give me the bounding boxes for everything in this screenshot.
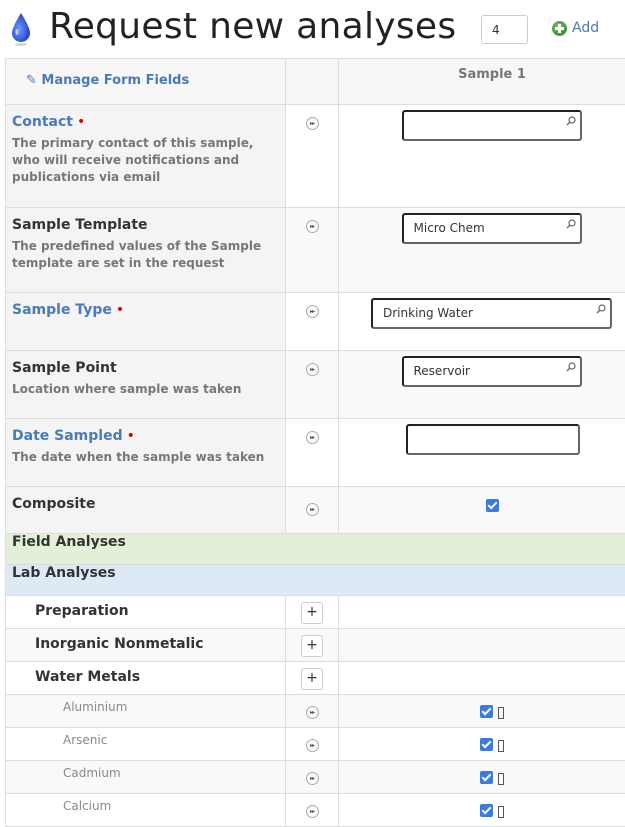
copy-to-all-icon[interactable] xyxy=(306,305,319,318)
field-row-composite: Composite xyxy=(6,487,625,534)
field-label-sample-type: Sample Type xyxy=(12,302,112,318)
field-row-date-sampled: Date Sampled• The date when the sample w… xyxy=(6,419,625,487)
sample-1-header: Sample 1 xyxy=(339,59,625,105)
analysis-checkbox[interactable] xyxy=(480,804,493,817)
page-header: Request new analyses Add xyxy=(0,0,625,58)
manage-form-fields-link[interactable]: ✎ Manage Form Fields xyxy=(6,59,286,105)
field-description-contact: The primary contact of this sample, who … xyxy=(12,135,279,186)
copy-to-all-icon[interactable] xyxy=(306,739,319,752)
copy-to-all-icon[interactable] xyxy=(306,117,319,130)
page-title: Request new analyses xyxy=(49,4,456,50)
contact-field[interactable] xyxy=(402,110,582,141)
copy-to-all-icon[interactable] xyxy=(306,772,319,785)
analysis-checkbox[interactable] xyxy=(480,705,493,718)
plus-circle-icon xyxy=(552,21,567,36)
copy-to-all-icon[interactable] xyxy=(306,220,319,233)
missing-glyph-icon xyxy=(498,740,504,752)
search-icon xyxy=(566,362,576,372)
missing-glyph-icon xyxy=(498,773,504,785)
field-row-contact: Contact• The primary contact of this sam… xyxy=(6,105,625,208)
copy-to-all-icon[interactable] xyxy=(306,706,319,719)
field-label-contact: Contact xyxy=(12,114,73,130)
date-sampled-field[interactable] xyxy=(406,424,580,455)
section-lab-analyses[interactable]: Lab Analyses xyxy=(6,565,625,596)
copy-to-all-icon[interactable] xyxy=(306,363,319,376)
required-marker: • xyxy=(77,114,85,130)
sample-type-field[interactable]: Drinking Water xyxy=(371,298,612,329)
composite-checkbox[interactable] xyxy=(486,499,499,512)
analysis-checkbox[interactable] xyxy=(480,738,493,751)
category-name: Preparation xyxy=(6,596,286,629)
field-row-sample-point: Sample Point Location where sample was t… xyxy=(6,351,625,419)
analysis-name: Arsenic xyxy=(6,728,286,761)
sample-point-field[interactable]: Reservoir xyxy=(402,356,582,387)
copy-to-all-icon[interactable] xyxy=(306,805,319,818)
analysis-checkbox[interactable] xyxy=(480,771,493,784)
analysis-row: Cadmium xyxy=(6,761,625,794)
expand-category-button[interactable]: + xyxy=(301,635,323,657)
request-form-table: ✎ Manage Form Fields Sample 1 Contact• T… xyxy=(5,58,625,827)
add-button[interactable]: Add xyxy=(552,20,599,36)
analysis-name: Cadmium xyxy=(6,761,286,794)
copy-to-all-icon[interactable] xyxy=(306,503,319,516)
table-header-row: ✎ Manage Form Fields Sample 1 xyxy=(6,59,625,105)
sample-template-field[interactable]: Micro Chem xyxy=(402,213,582,244)
missing-glyph-icon xyxy=(498,707,504,719)
field-label-sample-point: Sample Point xyxy=(12,360,117,376)
field-description-sample-template: The predefined values of the Sample temp… xyxy=(12,238,279,272)
category-name: Water Metals xyxy=(6,662,286,695)
analysis-name: Calcium xyxy=(6,794,286,827)
analysis-row: Calcium xyxy=(6,794,625,827)
field-description-sample-point: Location where sample was taken xyxy=(12,381,279,398)
analysis-row: Aluminium xyxy=(6,695,625,728)
required-marker: • xyxy=(116,302,124,318)
ar-count-input[interactable] xyxy=(481,15,528,44)
missing-glyph-icon xyxy=(498,806,504,818)
category-row-preparation: Preparation + xyxy=(6,596,625,629)
expand-category-button[interactable]: + xyxy=(301,668,323,690)
add-button-label: Add xyxy=(572,20,599,36)
required-marker: • xyxy=(127,428,135,444)
search-icon xyxy=(566,219,576,229)
header-spacer xyxy=(286,59,339,105)
category-row-water-metals: Water Metals + xyxy=(6,662,625,695)
field-row-sample-template: Sample Template The predefined values of… xyxy=(6,208,625,293)
water-drop-icon xyxy=(10,12,32,46)
field-label-date-sampled: Date Sampled xyxy=(12,428,123,444)
field-description-date-sampled: The date when the sample was taken xyxy=(12,449,279,466)
search-icon xyxy=(596,304,606,314)
field-label-sample-template: Sample Template xyxy=(12,217,148,233)
section-field-analyses[interactable]: Field Analyses xyxy=(6,534,625,565)
expand-category-button[interactable]: + xyxy=(301,602,323,624)
search-icon xyxy=(566,116,576,126)
analysis-row: Arsenic xyxy=(6,728,625,761)
analysis-name: Aluminium xyxy=(6,695,286,728)
category-row-inorganic-nonmetalic: Inorganic Nonmetalic + xyxy=(6,629,625,662)
category-name: Inorganic Nonmetalic xyxy=(6,629,286,662)
copy-to-all-icon[interactable] xyxy=(306,431,319,444)
field-row-sample-type: Sample Type• Drinking Water xyxy=(6,293,625,351)
field-label-composite: Composite xyxy=(12,496,95,512)
